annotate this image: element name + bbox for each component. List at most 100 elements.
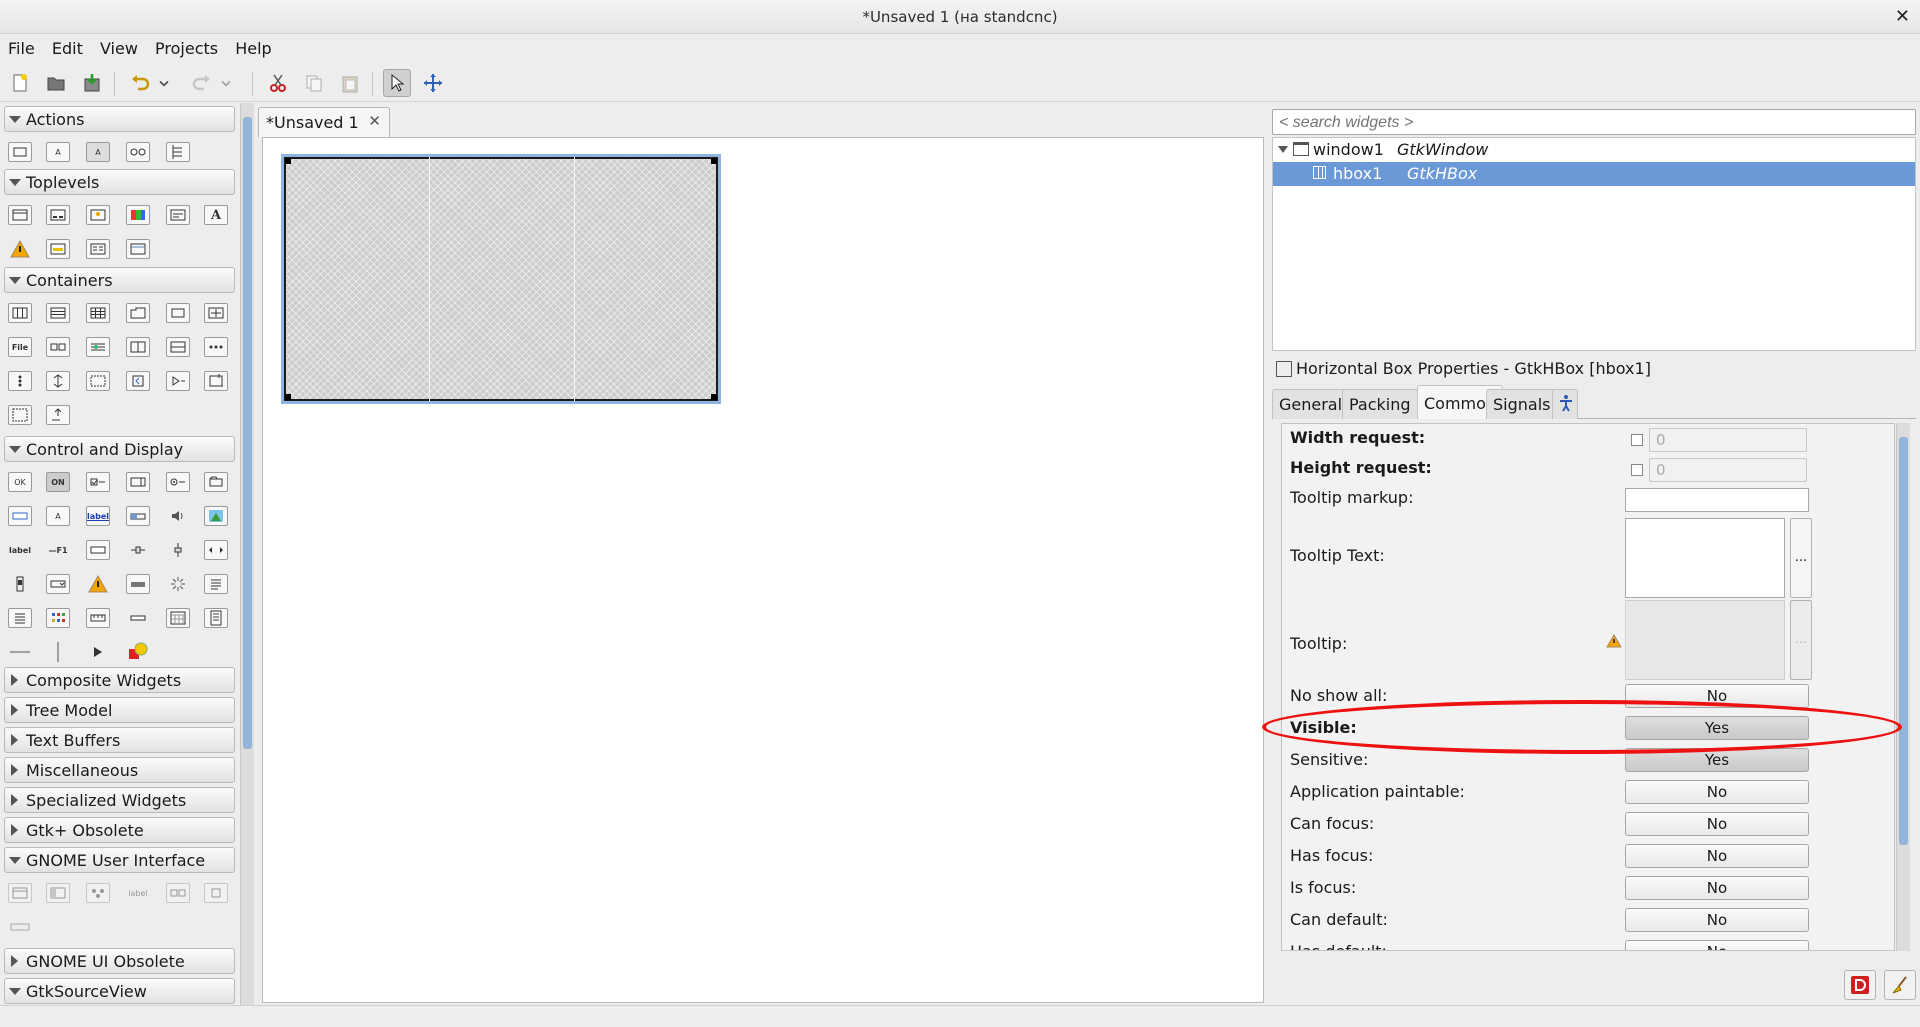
statusbar-widget-icon[interactable] (126, 574, 150, 594)
palette-group-gnome-user-interface[interactable]: GNOME User Interface (4, 847, 235, 873)
fixed-widget-icon[interactable] (204, 303, 228, 323)
palette-group-miscellaneous[interactable]: Miscellaneous (4, 757, 235, 783)
text-view-icon[interactable] (204, 574, 228, 594)
menu-edit[interactable]: Edit (44, 34, 83, 58)
select-pointer-icon[interactable] (383, 69, 411, 97)
hseparator-menu-icon[interactable] (126, 608, 150, 628)
handle-box-icon[interactable] (166, 371, 190, 391)
palette-scrollbar[interactable] (240, 103, 254, 1005)
palette-group-gtk-obsolete[interactable]: Gtk+ Obsolete (4, 817, 235, 843)
toolbar-widget-icon[interactable] (86, 337, 110, 357)
label-widget-icon[interactable]: label (8, 540, 32, 560)
redo-icon[interactable] (188, 69, 216, 97)
progress-bar-icon[interactable] (126, 506, 150, 526)
message-dialog-warning-icon[interactable] (8, 239, 32, 259)
calendar-widget-icon[interactable] (166, 608, 190, 628)
assistant-icon[interactable] (126, 239, 150, 259)
close-window-button[interactable]: ✕ (1895, 6, 1910, 27)
palette-group-gnome-ui-obsolete[interactable]: GNOME UI Obsolete (4, 948, 235, 974)
scrolled-window-icon[interactable] (204, 371, 228, 391)
paste-icon[interactable] (336, 69, 364, 97)
sensitive-toggle[interactable]: Yes (1625, 748, 1809, 772)
tab-unsaved-1[interactable]: *Unsaved 1 ✕ (258, 107, 390, 137)
alignment-widget-icon[interactable] (46, 371, 70, 391)
gnome-entry-icon[interactable] (166, 883, 190, 903)
button-widget-icon[interactable]: OK (8, 472, 32, 492)
resize-handle[interactable] (285, 158, 291, 164)
resize-handle[interactable] (711, 394, 717, 400)
save-icon[interactable] (78, 69, 106, 97)
viewport-widget-icon[interactable] (8, 405, 32, 425)
palette-group-actions[interactable]: Actions (4, 106, 235, 132)
text-entry-icon[interactable] (86, 540, 110, 560)
label-style-icon[interactable]: A (46, 506, 70, 526)
tree-view-icon[interactable] (8, 608, 32, 628)
entry-widget-icon[interactable] (8, 506, 32, 526)
menu-projects[interactable]: Projects (147, 34, 218, 58)
vscrollbar-widget-icon[interactable] (8, 574, 32, 594)
has-default-toggle[interactable]: No (1625, 940, 1809, 950)
action-icon[interactable] (8, 142, 32, 162)
gnome-href-icon[interactable]: label (126, 883, 150, 903)
gnome-app-icon[interactable] (8, 883, 32, 903)
hseparator-icon[interactable] (8, 642, 32, 662)
about-dialog-icon[interactable] (86, 205, 110, 225)
window-widget-icon[interactable] (8, 205, 32, 225)
color-selection-dialog-icon[interactable] (126, 205, 150, 225)
tooltip-edit-button[interactable]: ... (1790, 600, 1812, 680)
menu-file[interactable]: File (0, 34, 35, 58)
tree-row-window1[interactable]: window1 GtkWindow (1273, 138, 1915, 162)
hscale-widget-icon[interactable] (126, 540, 150, 560)
toggle-button-icon[interactable]: ON (46, 472, 70, 492)
gnome-druid-icon[interactable] (46, 883, 70, 903)
hbox1-widget[interactable] (281, 154, 721, 404)
new-icon[interactable] (6, 69, 34, 97)
undo-dropdown-icon[interactable] (156, 69, 172, 97)
palette-scrollbar-thumb[interactable] (243, 117, 252, 749)
tab-accessibility[interactable] (1552, 389, 1578, 419)
icon-view-icon[interactable] (46, 608, 70, 628)
palette-group-toplevels[interactable]: Toplevels (4, 169, 235, 195)
vbox-widget-icon[interactable] (46, 303, 70, 323)
tab-general[interactable]: General (1272, 389, 1350, 419)
radio-button-icon[interactable] (166, 472, 190, 492)
tab-signals[interactable]: Signals (1486, 389, 1558, 419)
warning-image-icon[interactable] (86, 574, 110, 594)
menu-help[interactable]: Help (227, 34, 271, 58)
tree-row-hbox1[interactable]: hbox1 GtkHBox (1273, 162, 1915, 186)
tab-packing[interactable]: Packing (1342, 389, 1418, 419)
width-request-checkbox[interactable] (1631, 434, 1643, 446)
recent-action-icon[interactable] (126, 142, 150, 162)
palette-group-text-buffers[interactable]: Text Buffers (4, 727, 235, 753)
check-button-icon[interactable] (86, 472, 110, 492)
resize-handle[interactable] (285, 394, 291, 400)
hbox-widget-icon[interactable] (8, 303, 32, 323)
table-widget-icon[interactable] (86, 303, 110, 323)
aspect-frame-icon[interactable] (46, 405, 70, 425)
palette-group-gtksourceview[interactable]: GtkSourceView (4, 978, 235, 1004)
application-paintable-toggle[interactable]: No (1625, 780, 1809, 804)
search-widgets-input[interactable] (1272, 109, 1916, 135)
file-chooser-dialog-icon[interactable] (166, 205, 190, 225)
file-chooser-button-icon[interactable]: File (8, 337, 32, 357)
tooltip-field[interactable] (1625, 600, 1785, 680)
tooltip-markup-field[interactable] (1625, 488, 1809, 512)
input-dialog-icon[interactable] (46, 239, 70, 259)
volume-button-icon[interactable] (166, 506, 190, 526)
combo-box-icon[interactable] (46, 574, 70, 594)
visible-toggle[interactable]: Yes (1625, 716, 1809, 740)
undo-icon[interactable] (126, 69, 154, 97)
drag-resize-icon[interactable] (419, 69, 447, 97)
palette-group-tree-model[interactable]: Tree Model (4, 697, 235, 723)
layout-widget-icon[interactable] (86, 371, 110, 391)
can-focus-toggle[interactable]: No (1625, 812, 1809, 836)
gnome-pixmap-icon[interactable] (204, 883, 228, 903)
notebook-widget-icon[interactable] (126, 303, 150, 323)
palette-group-specialized-widgets[interactable]: Specialized Widgets (4, 787, 235, 813)
close-tab-icon[interactable]: ✕ (368, 112, 381, 130)
palette-group-control-and-display[interactable]: Control and Display (4, 436, 235, 462)
event-box-icon[interactable] (126, 371, 150, 391)
can-default-toggle[interactable]: No (1625, 908, 1809, 932)
menu-view[interactable]: View (92, 34, 138, 58)
hruler-icon[interactable] (86, 608, 110, 628)
